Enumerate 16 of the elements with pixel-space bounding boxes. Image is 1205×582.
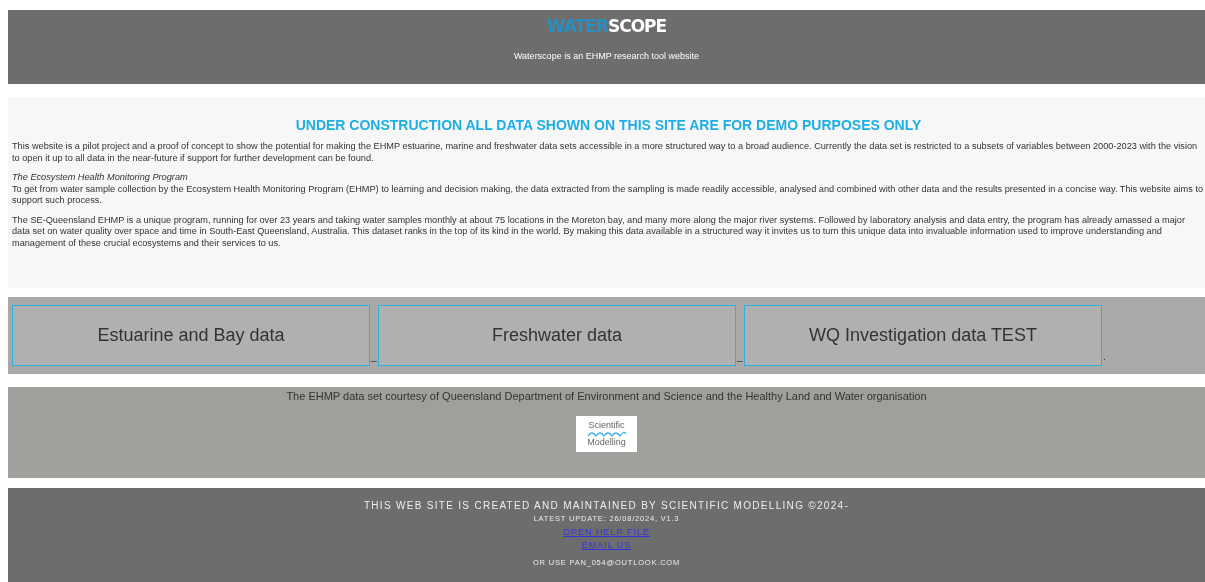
credits-text: The EHMP data set courtesy of Queensland Department of Environment and Science and the Healthy Land and Water organisation [286, 390, 927, 402]
separator-mark: _ [371, 351, 377, 362]
intro-paragraph: This website is a pilot project and a proof of concept to show the potential for making the EHMP estuarine, marine and freshwater data sets accessible in a more structured way to a broad audience. Currently the data set is restricted to a subsets of variables between 2000-2023 with the vision to open it up to all data in the near-future if support for further development can be found. [12, 141, 1199, 164]
separator-mark: _ [737, 351, 743, 362]
separator-mark: . [1103, 351, 1107, 362]
tagline: Waterscope is an EHMP research tool website [513, 51, 700, 61]
company-logo: Scientific Modelling [576, 416, 637, 452]
site-logo: WATERSCOPE [546, 16, 667, 36]
notice-heading: UNDER CONSTRUCTION ALL DATA SHOWN ON THIS SITE ARE FOR DEMO PURPOSES ONLY [294, 117, 923, 133]
dataset-button[interactable]: Freshwater data [378, 305, 736, 366]
program-subheading: The Ecosystem Health Monitoring Program [12, 172, 189, 184]
program-paragraph: To get from water sample collection by the Ecosystem Health Monitoring Program (EHMP) to learning and decision making, the data extracted from the sampling is made readily accessible, analysed and combined with other data and the results presented in a concise way. This website aims to support such process. [12, 183, 1205, 207]
dataset-button[interactable]: WQ Investigation data TEST [744, 305, 1102, 366]
dataset-button[interactable]: Estuarine and Bay data [12, 305, 370, 366]
queensland-paragraph: The SE-Queensland EHMP is a unique program, running for over 23 years and taking water samples monthly at about 75 locations in the Moreton bay, and many more along the major river systems. Followed by laboratory analysis and data entry, the program has already amassed a major data set on water quality over space and time in South-East Queensland, Australia. This dataset ranks in the top of its kind in the world. By making this data available in a structured way it invites us to turn this unique data into invaluable information used to improve understanding and management of these crucial ecosystems and their services to us. [12, 214, 1187, 249]
footer-credit: THIS WEB SITE IS CREATED AND MAINTAINED BY SCIENTIFIC MODELLING ©2024- [363, 500, 850, 511]
